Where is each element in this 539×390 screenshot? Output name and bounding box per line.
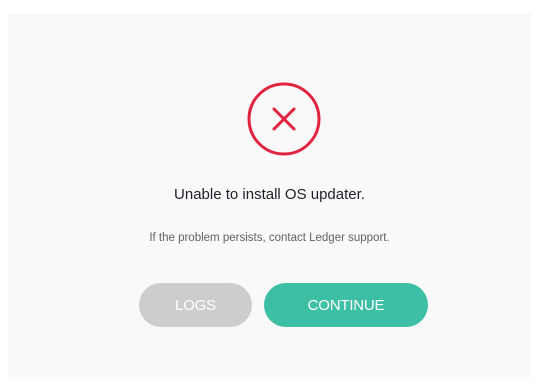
continue-button[interactable]: CONTINUE bbox=[264, 283, 428, 327]
error-x-icon bbox=[247, 82, 321, 156]
error-message: Unable to install OS updater. bbox=[174, 186, 365, 203]
logs-button[interactable]: LOGS bbox=[139, 283, 252, 327]
support-hint: If the problem persists, contact Ledger … bbox=[149, 232, 390, 244]
